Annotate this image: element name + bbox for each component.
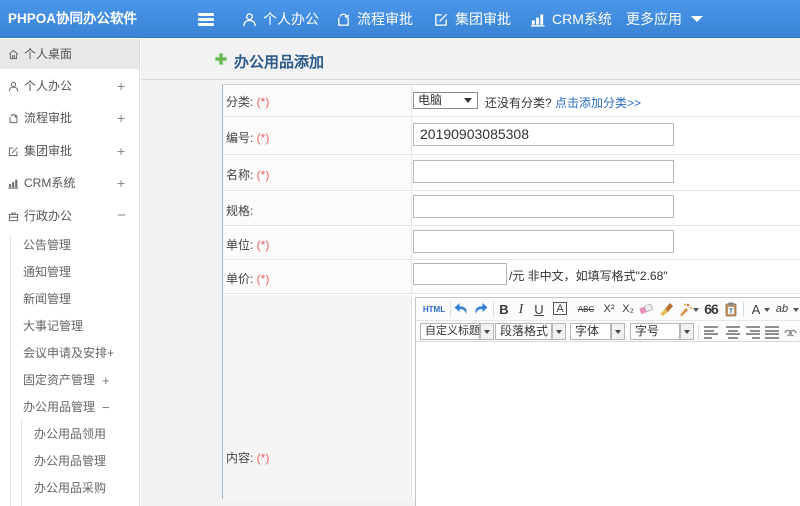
svg-text:T: T	[729, 308, 733, 315]
